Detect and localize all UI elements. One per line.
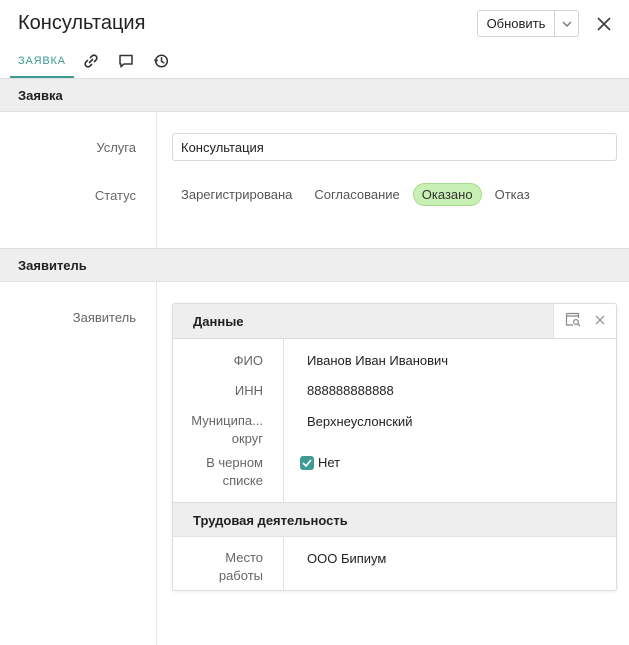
history-icon bbox=[154, 54, 169, 68]
applicant-card: Данные ФИО Иванов Иван Иванович ИНН 8888… bbox=[172, 303, 617, 591]
tab-request[interactable]: ЗАЯВКА bbox=[10, 44, 74, 78]
status-option-registered[interactable]: Зарегистрирована bbox=[172, 183, 301, 206]
close-button[interactable] bbox=[592, 12, 616, 36]
header: Консультация Обновить ЗАЯВКА bbox=[0, 0, 629, 78]
request-labels-column bbox=[0, 112, 157, 248]
close-icon bbox=[597, 17, 611, 31]
section-request-header: Заявка bbox=[0, 78, 629, 112]
applicant-label: Заявитель bbox=[72, 310, 136, 325]
applicant-labels-column bbox=[0, 282, 157, 645]
comment-icon bbox=[119, 54, 134, 68]
fio-label: ФИО bbox=[233, 353, 263, 368]
section-applicant-header: Заявитель bbox=[0, 248, 629, 282]
card-title: Данные bbox=[193, 314, 244, 329]
section-applicant-title: Заявитель bbox=[18, 257, 87, 273]
workplace-label-line1: Место bbox=[225, 550, 263, 565]
link-icon bbox=[84, 54, 98, 68]
section-request-title: Заявка bbox=[18, 87, 63, 103]
tab-comments[interactable] bbox=[109, 44, 144, 78]
remove-applicant-button[interactable] bbox=[595, 312, 605, 330]
work-section-header: Трудовая деятельность bbox=[173, 502, 616, 537]
update-dropdown-button[interactable] bbox=[554, 10, 579, 37]
blacklist-label-line2: списке bbox=[222, 473, 263, 488]
inn-value: 888888888888 bbox=[307, 383, 394, 398]
blacklist-label-line1: В черном bbox=[206, 455, 263, 470]
tab-links[interactable] bbox=[74, 44, 109, 78]
tab-request-label: ЗАЯВКА bbox=[18, 55, 66, 67]
card-tools bbox=[553, 304, 616, 338]
page-title: Консультация bbox=[18, 12, 146, 34]
open-record-icon bbox=[565, 312, 581, 326]
status-option-provided[interactable]: Оказано bbox=[412, 183, 482, 206]
checkmark-icon bbox=[302, 459, 312, 467]
fio-value: Иванов Иван Иванович bbox=[307, 353, 449, 368]
tab-bar: ЗАЯВКА bbox=[10, 44, 179, 78]
inn-label: ИНН bbox=[234, 383, 263, 398]
status-option-refused[interactable]: Отказ bbox=[486, 183, 539, 206]
workplace-label-line2: работы bbox=[218, 568, 263, 583]
service-label: Услуга bbox=[96, 140, 136, 155]
workplace-value: ООО Бипиум bbox=[307, 551, 387, 566]
chevron-down-icon bbox=[562, 21, 571, 27]
status-option-approval[interactable]: Согласование bbox=[305, 183, 408, 206]
service-input[interactable]: Консультация bbox=[172, 133, 617, 161]
tab-history[interactable] bbox=[144, 44, 179, 78]
municipal-label-line1: Муниципа... bbox=[191, 413, 263, 428]
municipal-label: Муниципа... округ bbox=[173, 412, 263, 448]
work-section-title: Трудовая деятельность bbox=[193, 513, 348, 528]
blacklist-value: Нет bbox=[318, 455, 341, 470]
card-header: Данные bbox=[173, 304, 616, 339]
open-record-button[interactable] bbox=[565, 311, 581, 332]
municipal-label-line2: округ bbox=[231, 431, 263, 446]
blacklist-label: В черном списке bbox=[173, 454, 263, 490]
workplace-label: Место работы bbox=[173, 549, 263, 585]
update-button[interactable]: Обновить bbox=[477, 10, 555, 37]
status-selector: Зарегистрирована Согласование Оказано От… bbox=[172, 183, 543, 206]
close-icon bbox=[595, 315, 605, 325]
blacklist-checkbox[interactable] bbox=[300, 456, 314, 470]
status-label: Статус bbox=[94, 188, 136, 203]
municipal-value: Верхнеуслонский bbox=[307, 414, 413, 429]
